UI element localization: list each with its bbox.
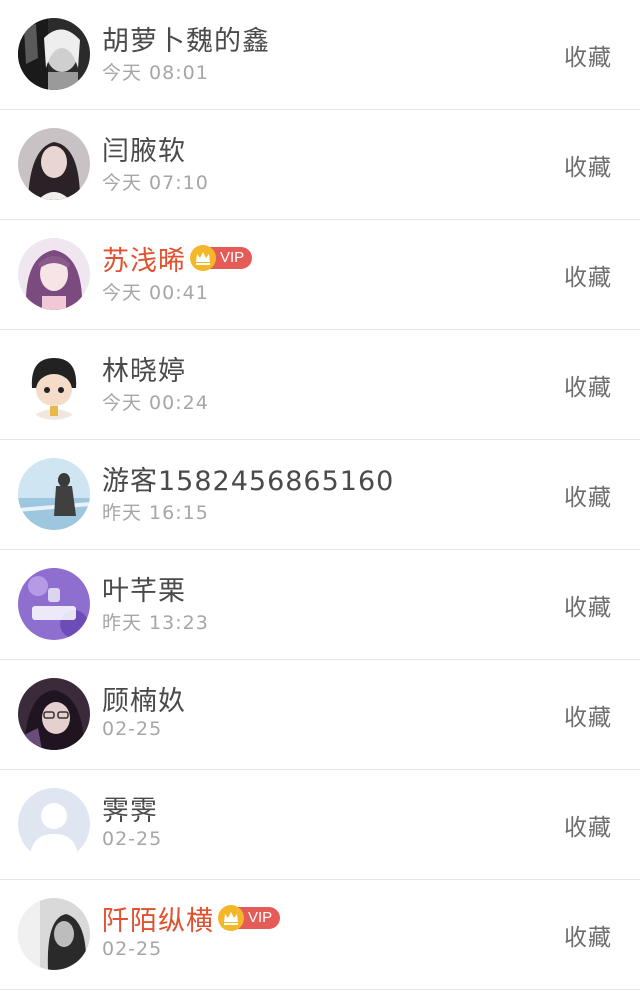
user-name[interactable]: 游客1582456865160 bbox=[102, 459, 394, 498]
name-line: 霁霁 bbox=[102, 789, 158, 828]
name-line: 阡陌纵横 VIP bbox=[102, 899, 281, 938]
collect-button[interactable]: 收藏 bbox=[564, 808, 612, 842]
vip-badge: VIP bbox=[218, 905, 281, 931]
name-line: 顾楠奺 bbox=[102, 679, 186, 718]
user-name[interactable]: 胡萝卜魏的鑫 bbox=[102, 19, 270, 58]
list-item[interactable]: 苏浅晞 VIP 今天 00:41 收藏 bbox=[0, 220, 640, 330]
list-item[interactable]: 胡萝卜魏的鑫 今天 08:01 收藏 bbox=[0, 0, 640, 110]
user-name[interactable]: 顾楠奺 bbox=[102, 679, 186, 718]
name-line: 闫腋软 bbox=[102, 129, 186, 168]
avatar[interactable] bbox=[18, 678, 90, 750]
timestamp: 今天 00:24 bbox=[102, 392, 209, 414]
list-item[interactable]: 叶芊栗 昨天 13:23 收藏 bbox=[0, 550, 640, 660]
avatar[interactable] bbox=[18, 18, 90, 90]
user-name[interactable]: 霁霁 bbox=[102, 789, 158, 828]
avatar[interactable] bbox=[18, 458, 90, 530]
user-name[interactable]: 阡陌纵横 bbox=[102, 899, 214, 938]
user-name[interactable]: 闫腋软 bbox=[102, 129, 186, 168]
avatar[interactable] bbox=[18, 238, 90, 310]
list-item[interactable]: 霁霁 02-25 收藏 bbox=[0, 770, 640, 880]
user-name[interactable]: 苏浅晞 bbox=[102, 239, 186, 278]
user-name[interactable]: 林晓婷 bbox=[102, 349, 186, 388]
timestamp: 今天 07:10 bbox=[102, 172, 209, 194]
list-item[interactable]: 阡陌纵横 VIP 02-25 收藏 bbox=[0, 880, 640, 990]
crown-icon bbox=[190, 245, 216, 271]
timestamp: 02-25 bbox=[102, 718, 163, 740]
list-item[interactable]: 闫腋软 今天 07:10 收藏 bbox=[0, 110, 640, 220]
timestamp: 昨天 16:15 bbox=[102, 502, 209, 524]
name-line: 林晓婷 bbox=[102, 349, 186, 388]
avatar[interactable] bbox=[18, 128, 90, 200]
collect-button[interactable]: 收藏 bbox=[564, 148, 612, 182]
name-line: 游客1582456865160 bbox=[102, 459, 394, 498]
name-line: 叶芊栗 bbox=[102, 569, 186, 608]
timestamp: 02-25 bbox=[102, 828, 163, 850]
avatar[interactable] bbox=[18, 348, 90, 420]
vip-badge: VIP bbox=[190, 245, 253, 271]
collect-button[interactable]: 收藏 bbox=[564, 918, 612, 952]
collect-button[interactable]: 收藏 bbox=[564, 38, 612, 72]
timestamp: 今天 00:41 bbox=[102, 282, 209, 304]
collect-button[interactable]: 收藏 bbox=[564, 258, 612, 292]
avatar[interactable] bbox=[18, 788, 90, 860]
list-item[interactable]: 顾楠奺 02-25 收藏 bbox=[0, 660, 640, 770]
follower-list: 胡萝卜魏的鑫 今天 08:01 收藏 闫腋软 今天 07:10 收藏 苏浅晞 V… bbox=[0, 0, 640, 1000]
crown-icon bbox=[218, 905, 244, 931]
collect-button[interactable]: 收藏 bbox=[564, 478, 612, 512]
avatar[interactable] bbox=[18, 898, 90, 970]
collect-button[interactable]: 收藏 bbox=[564, 588, 612, 622]
timestamp: 今天 08:01 bbox=[102, 62, 209, 84]
timestamp: 昨天 13:23 bbox=[102, 612, 209, 634]
avatar[interactable] bbox=[18, 568, 90, 640]
collect-button[interactable]: 收藏 bbox=[564, 698, 612, 732]
timestamp: 02-25 bbox=[102, 938, 163, 960]
list-item[interactable]: 游客1582456865160 昨天 16:15 收藏 bbox=[0, 440, 640, 550]
list-item[interactable]: 林晓婷 今天 00:24 收藏 bbox=[0, 330, 640, 440]
user-name[interactable]: 叶芊栗 bbox=[102, 569, 186, 608]
name-line: 胡萝卜魏的鑫 bbox=[102, 19, 270, 58]
name-line: 苏浅晞 VIP bbox=[102, 239, 253, 278]
collect-button[interactable]: 收藏 bbox=[564, 368, 612, 402]
